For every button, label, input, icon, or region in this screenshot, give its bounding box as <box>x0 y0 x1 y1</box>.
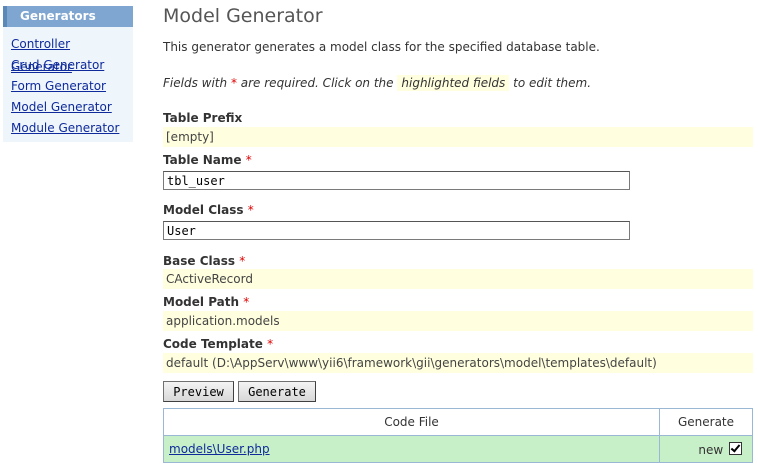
model-path-label-text: Model Path <box>163 295 240 309</box>
model-generator-link[interactable]: Model Generator <box>11 100 112 114</box>
table-name-label: Table Name * <box>163 153 252 167</box>
generate-checkbox[interactable] <box>729 441 742 455</box>
crud-generator-link[interactable]: Crud Generator <box>11 58 104 72</box>
file-status: new <box>698 442 724 457</box>
table-name-input[interactable] <box>163 171 630 190</box>
generate-cell: new <box>659 435 753 463</box>
hint-text-3: to edit them. <box>513 76 592 90</box>
generator-list: Controller Generator Crud Generator Form… <box>3 27 133 137</box>
model-path-label: Model Path * <box>163 295 249 309</box>
file-cell: models\User.php <box>163 435 660 463</box>
sidebar-item-crud-generator: Crud Generator <box>11 53 133 74</box>
table-prefix-label: Table Prefix <box>163 111 242 125</box>
hint-highlight: highlighted fields <box>397 75 510 91</box>
code-file-table: Code File Generate models\User.php new <box>163 408 753 463</box>
page-title: Model Generator <box>163 5 323 27</box>
code-template-field[interactable]: default (D:\AppServ\www\yii6\framework\g… <box>163 353 753 373</box>
table-prefix-label-text: Table Prefix <box>163 111 243 125</box>
code-file-header: Code File <box>163 408 660 436</box>
form-generator-link[interactable]: Form Generator <box>11 79 106 93</box>
sidebar-item-module-generator: Module Generator <box>11 116 133 137</box>
required-asterisk: * <box>243 295 250 309</box>
code-template-label-text: Code Template <box>163 337 263 351</box>
required-asterisk: * <box>230 76 237 90</box>
code-file-link[interactable]: models\User.php <box>169 442 270 456</box>
model-class-label-text: Model Class <box>163 203 244 217</box>
sidebar: Generators Controller Generator Crud Gen… <box>3 6 133 142</box>
code-template-label: Code Template * <box>163 337 273 351</box>
sidebar-item-form-generator: Form Generator <box>11 74 133 95</box>
sidebar-item-model-generator: Model Generator <box>11 95 133 116</box>
module-generator-link[interactable]: Module Generator <box>11 121 119 135</box>
table-name-label-text: Table Name <box>163 153 242 167</box>
table-prefix-field[interactable]: [empty] <box>163 127 753 147</box>
required-asterisk: * <box>245 153 252 167</box>
sidebar-title: Generators <box>3 6 133 27</box>
model-class-input[interactable] <box>163 221 630 240</box>
page-description: This generator generates a model class f… <box>163 40 600 54</box>
base-class-label-text: Base Class <box>163 254 236 268</box>
generate-header: Generate <box>659 408 753 436</box>
base-class-label: Base Class * <box>163 254 245 268</box>
sidebar-item-controller-generator: Controller Generator <box>11 32 133 74</box>
required-asterisk: * <box>267 337 274 351</box>
generate-button[interactable]: Generate <box>238 381 316 402</box>
required-asterisk: * <box>239 254 246 268</box>
model-path-field[interactable]: application.models <box>163 311 753 331</box>
hint-text-2: are required. Click on the <box>240 76 394 90</box>
form-hint: Fields with * are required. Click on the… <box>163 74 591 92</box>
preview-button[interactable]: Preview <box>163 381 234 402</box>
required-asterisk: * <box>247 203 254 217</box>
model-class-label: Model Class * <box>163 203 254 217</box>
hint-text-1: Fields with <box>163 76 228 90</box>
base-class-field[interactable]: CActiveRecord <box>163 269 753 289</box>
table-header-row: Code File Generate <box>163 408 753 436</box>
table-row: models\User.php new <box>163 435 753 463</box>
